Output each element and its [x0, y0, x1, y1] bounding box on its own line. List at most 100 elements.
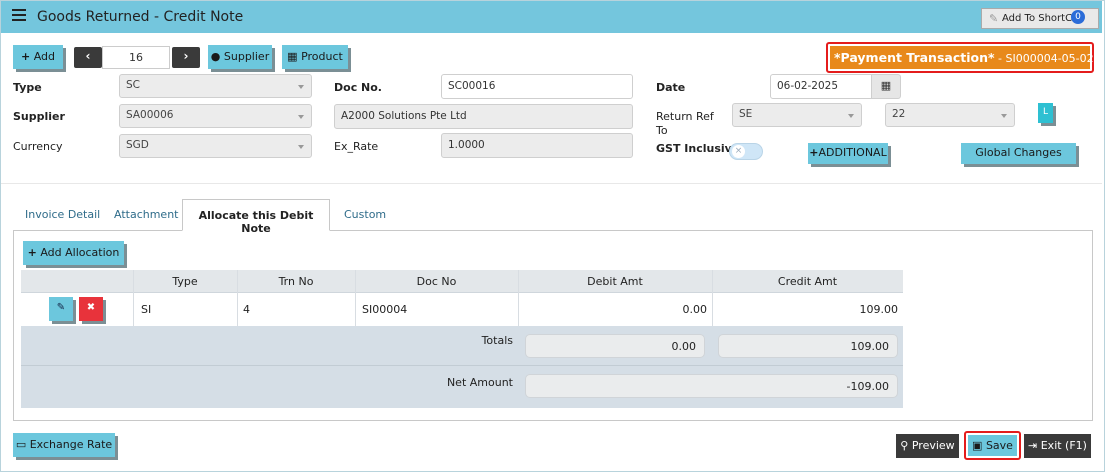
caret-down-icon: [298, 145, 304, 149]
ex-rate-field: 1.0000: [441, 133, 633, 158]
cell-doc-no: SI00004: [362, 303, 408, 316]
tab-invoice-detail[interactable]: Invoice Detail: [25, 208, 100, 221]
column-header-credit-amt: Credit Amt: [777, 275, 838, 288]
allocation-grid: Type Trn No Doc No Debit Amt Credit Amt …: [21, 270, 903, 408]
chevron-right-icon: ›: [183, 49, 189, 63]
additional-button-label: ADDITIONAL: [818, 146, 887, 159]
add-allocation-button[interactable]: + Add Allocation: [23, 241, 124, 265]
table-row[interactable]: ✎ ✖ SI 4 SI00004 0.00 109.00: [21, 292, 903, 326]
l-button[interactable]: L: [1038, 103, 1053, 123]
ex-rate-label: Ex_Rate: [334, 140, 379, 153]
tab-custom[interactable]: Custom: [344, 208, 386, 221]
user-icon: ●: [210, 50, 221, 63]
cell-debit-amt: 0.00: [682, 303, 708, 316]
plus-icon: +: [27, 246, 37, 259]
exchange-rate-label: Exchange Rate: [29, 438, 113, 451]
product-button-label: Product: [301, 50, 343, 63]
global-changes-button[interactable]: Global Changes: [961, 143, 1076, 164]
return-ref-number-value: 22: [892, 108, 906, 120]
grid-separator: [21, 365, 903, 366]
chevron-left-icon: ‹: [85, 49, 91, 63]
divider: [1, 183, 1102, 184]
tab-allocate-debit-note[interactable]: Allocate this Debit Note: [182, 199, 330, 235]
supplier-label: Supplier: [13, 110, 65, 123]
close-icon: ×: [732, 145, 745, 158]
edit-icon[interactable]: ✎: [49, 297, 73, 321]
tab-baseline: [330, 230, 1093, 231]
save-label: Save: [985, 439, 1013, 452]
caret-down-icon: [298, 115, 304, 119]
preview-label: Preview: [911, 439, 955, 452]
column-header-trn-no: Trn No: [278, 275, 314, 288]
exit-button[interactable]: ⇥ Exit (F1): [1024, 434, 1091, 458]
doc-no-input[interactable]: SC00016: [441, 74, 633, 99]
type-value: SC: [126, 79, 140, 91]
tab-baseline: [13, 230, 182, 231]
tab-attachment[interactable]: Attachment: [114, 208, 179, 221]
gst-inclusive-toggle[interactable]: ×: [729, 143, 763, 160]
calendar-icon[interactable]: ▦: [871, 74, 901, 99]
save-icon: ▣: [972, 439, 983, 452]
save-button-highlight: ▣ Save: [964, 431, 1021, 460]
title-bar: Goods Returned - Credit Note ✎ Add To Sh…: [1, 1, 1102, 33]
currency-select[interactable]: SGD: [119, 134, 312, 158]
previous-record-button[interactable]: ‹: [74, 47, 102, 68]
cell-credit-amt: 109.00: [859, 303, 899, 316]
add-button[interactable]: + Add: [13, 45, 63, 69]
record-number-input[interactable]: 16: [102, 46, 170, 69]
column-divider: [133, 292, 134, 326]
cell-trn-no: 4: [243, 303, 250, 316]
supplier-value: SA00006: [126, 109, 174, 121]
caret-down-icon: [1001, 114, 1007, 118]
totals-label: Totals: [481, 334, 513, 347]
currency-value: SGD: [126, 139, 149, 151]
menu-icon[interactable]: [12, 9, 26, 23]
next-record-button[interactable]: ›: [172, 47, 200, 68]
payment-transaction-reference: - SI000004-05-02-2025: [998, 52, 1105, 65]
caret-down-icon: [848, 114, 854, 118]
return-ref-type-select[interactable]: SE: [732, 103, 862, 127]
type-label: Type: [13, 81, 42, 94]
plus-icon: +: [809, 146, 819, 159]
return-ref-label: Return Ref To: [656, 110, 714, 137]
grid-header: Type Trn No Doc No Debit Amt Credit Amt: [21, 270, 903, 292]
currency-label: Currency: [13, 140, 63, 153]
gst-inclusive-label: GST Inclusive: [656, 142, 740, 155]
column-header-doc-no: Doc No: [416, 275, 457, 288]
total-credit-field: 109.00: [718, 334, 898, 358]
payment-transaction-label: *Payment Transaction*: [834, 50, 995, 65]
exchange-rate-button[interactable]: ▭ Exchange Rate: [13, 433, 115, 457]
type-select[interactable]: SC: [119, 74, 312, 98]
return-ref-type-value: SE: [739, 108, 753, 120]
net-amount-label: Net Amount: [446, 376, 513, 389]
add-allocation-label: Add Allocation: [40, 246, 120, 259]
column-divider: [518, 292, 519, 326]
save-button[interactable]: ▣ Save: [968, 435, 1017, 456]
payment-transaction-banner[interactable]: *Payment Transaction* - SI000004-05-02-2…: [826, 42, 1105, 73]
product-button[interactable]: ▦ Product: [282, 45, 348, 69]
product-icon: ▦: [287, 50, 298, 63]
date-label: Date: [656, 81, 686, 94]
pencil-icon: ✎: [989, 12, 999, 25]
add-button-label: Add: [33, 50, 55, 63]
preview-button[interactable]: ⚲ Preview: [896, 434, 959, 458]
search-icon: ⚲: [900, 439, 909, 452]
column-header-type: Type: [172, 275, 198, 288]
cell-type: SI: [141, 303, 152, 316]
supplier-select[interactable]: SA00006: [119, 104, 312, 128]
shortcut-count-badge: 0: [1071, 10, 1085, 24]
return-ref-number-select[interactable]: 22: [885, 103, 1015, 127]
delete-icon[interactable]: ✖: [79, 297, 103, 321]
supplier-name-field: A2000 Solutions Pte Ltd: [334, 104, 633, 129]
column-divider: [712, 292, 713, 326]
additional-button[interactable]: +ADDITIONAL: [808, 143, 888, 164]
exit-label: Exit (F1): [1040, 439, 1087, 452]
exit-icon: ⇥: [1028, 439, 1038, 452]
supplier-button[interactable]: ● Supplier: [208, 45, 272, 69]
plus-icon: +: [20, 50, 31, 63]
total-debit-field: 0.00: [525, 334, 705, 358]
column-header-debit-amt: Debit Amt: [587, 275, 643, 288]
date-input[interactable]: 06-02-2025: [770, 74, 872, 99]
net-amount-field: -109.00: [525, 374, 898, 398]
column-divider: [355, 292, 356, 326]
